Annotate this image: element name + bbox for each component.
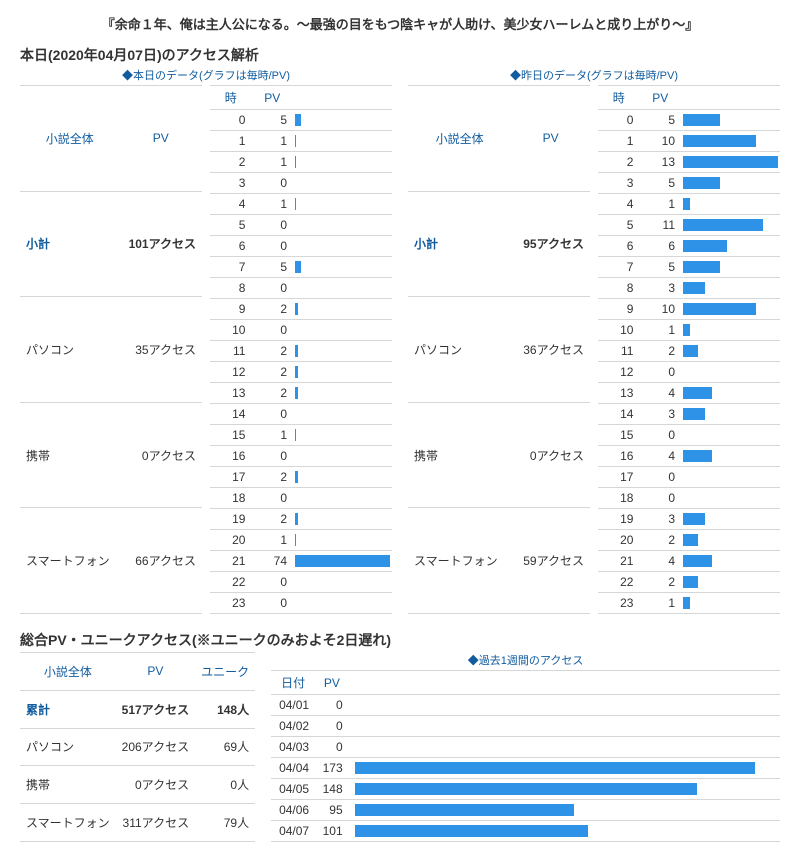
table-row: 04/010 bbox=[271, 695, 780, 716]
table-row: 511 bbox=[598, 215, 780, 236]
table-row: 21 bbox=[210, 152, 392, 173]
table-row: 35 bbox=[598, 173, 780, 194]
table-row: 112 bbox=[210, 341, 392, 362]
table-row: 122 bbox=[210, 362, 392, 383]
table-row: 213 bbox=[598, 152, 780, 173]
table-row: 202 bbox=[598, 530, 780, 551]
caption-yesterday: ◆昨日のデータ(グラフは毎時/PV) bbox=[408, 67, 780, 83]
table-row: 50 bbox=[210, 215, 392, 236]
table-row: 04/04173 bbox=[271, 758, 780, 779]
table-row: 04/030 bbox=[271, 737, 780, 758]
table-row: 04/07101 bbox=[271, 821, 780, 842]
table-row: 134 bbox=[598, 383, 780, 404]
table-row: 75 bbox=[210, 257, 392, 278]
table-row: 220 bbox=[210, 572, 392, 593]
weekly-chart: 日付PV 04/01004/02004/03004/0417304/051480… bbox=[271, 670, 780, 842]
caption-weekly: ◆過去1週間のアクセス bbox=[271, 652, 780, 668]
table-row: 192 bbox=[210, 509, 392, 530]
table-row: 201 bbox=[210, 530, 392, 551]
table-row: 04/0695 bbox=[271, 800, 780, 821]
table-row: 910 bbox=[598, 299, 780, 320]
table-row: 151 bbox=[210, 425, 392, 446]
table-row: 04/020 bbox=[271, 716, 780, 737]
page-title: 『余命１年、俺は主人公になる。～最強の目をもつ陰キャが人助け、美少女ハーレムと成… bbox=[20, 14, 780, 33]
today-summary-table: 小説全体PV 小計101アクセス パソコン35アクセス 携帯0アクセス スマート… bbox=[20, 85, 202, 614]
section-today-head: 本日(2020年04月07日)のアクセス解析 bbox=[20, 45, 780, 65]
table-row: 180 bbox=[210, 488, 392, 509]
table-row: 170 bbox=[598, 467, 780, 488]
table-row: 66 bbox=[598, 236, 780, 257]
table-row: 30 bbox=[210, 173, 392, 194]
table-row: 180 bbox=[598, 488, 780, 509]
table-row: 160 bbox=[210, 446, 392, 467]
table-row: 80 bbox=[210, 278, 392, 299]
table-row: 172 bbox=[210, 467, 392, 488]
table-row: 05 bbox=[210, 110, 392, 131]
table-row: 231 bbox=[598, 593, 780, 614]
table-row: 214 bbox=[598, 551, 780, 572]
table-row: 75 bbox=[598, 257, 780, 278]
table-row: 120 bbox=[598, 362, 780, 383]
table-row: 83 bbox=[598, 278, 780, 299]
table-row: 04/05148 bbox=[271, 779, 780, 800]
table-row: 41 bbox=[598, 194, 780, 215]
table-row: 60 bbox=[210, 236, 392, 257]
table-row: 132 bbox=[210, 383, 392, 404]
table-row: 101 bbox=[598, 320, 780, 341]
caption-today: ◆本日のデータ(グラフは毎時/PV) bbox=[20, 67, 392, 83]
table-row: 05 bbox=[598, 110, 780, 131]
table-row: 140 bbox=[210, 404, 392, 425]
yest-hourly-chart: 時PV 051102133541511667583910101112120134… bbox=[598, 85, 780, 614]
yest-summary-table: 小説全体PV 小計95アクセス パソコン36アクセス 携帯0アクセス スマートフ… bbox=[408, 85, 590, 614]
today-hourly-chart: 時PV 051121304150607580921001121221321401… bbox=[210, 85, 392, 614]
table-row: 100 bbox=[210, 320, 392, 341]
table-row: 110 bbox=[598, 131, 780, 152]
table-row: 41 bbox=[210, 194, 392, 215]
table-row: 222 bbox=[598, 572, 780, 593]
table-row: 230 bbox=[210, 593, 392, 614]
section-total-head: 総合PV・ユニークアクセス(※ユニークのみおよそ2日遅れ) bbox=[20, 630, 780, 650]
table-row: 92 bbox=[210, 299, 392, 320]
table-row: 11 bbox=[210, 131, 392, 152]
table-row: 112 bbox=[598, 341, 780, 362]
table-row: 193 bbox=[598, 509, 780, 530]
table-row: 164 bbox=[598, 446, 780, 467]
total-summary-table: 小説全体PVユニーク 累計517アクセス148人 パソコン206アクセス69人 … bbox=[20, 652, 255, 842]
table-row: 2174 bbox=[210, 551, 392, 572]
table-row: 143 bbox=[598, 404, 780, 425]
table-row: 150 bbox=[598, 425, 780, 446]
